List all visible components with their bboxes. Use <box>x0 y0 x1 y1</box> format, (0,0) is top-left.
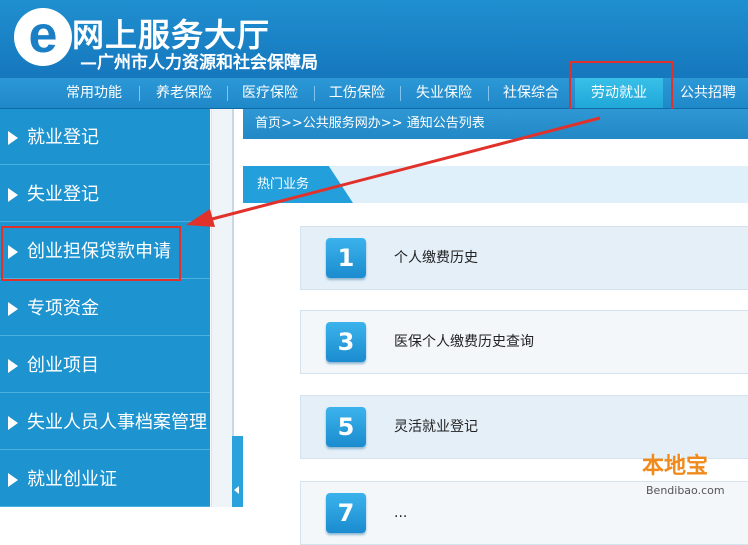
service-label: ... <box>394 505 408 521</box>
sidebar-item-label: 失业登记 <box>27 184 99 205</box>
nav-divider <box>139 86 140 101</box>
sidebar-item-special-funds[interactable]: 专项资金 <box>0 280 210 336</box>
nav-item-injury[interactable]: 工伤保险 <box>317 78 397 108</box>
nav-item-pension[interactable]: 养老保险 <box>144 78 224 108</box>
triangle-right-icon <box>8 188 18 202</box>
service-card[interactable]: 3 医保个人缴费历史查询 <box>300 310 748 374</box>
nav-divider <box>227 86 228 101</box>
triangle-right-icon <box>8 131 18 145</box>
number-badge: 1 <box>326 238 366 278</box>
nav-item-unemployment[interactable]: 失业保险 <box>404 78 484 108</box>
hot-services-title: 热门业务 <box>243 166 353 203</box>
triangle-right-icon <box>8 302 18 316</box>
watermark-logo: 本地宝 Bendibao.com <box>628 446 746 504</box>
service-card[interactable]: 1 个人缴费历史 <box>300 226 748 290</box>
nav-item-common[interactable]: 常用功能 <box>54 78 134 108</box>
number-badge: 3 <box>326 322 366 362</box>
sidebar-item-label: 创业项目 <box>27 355 99 376</box>
service-label: 灵活就业登记 <box>394 419 478 435</box>
triangle-right-icon <box>8 473 18 487</box>
triangle-right-icon <box>8 416 18 430</box>
nav-item-medical[interactable]: 医疗保险 <box>230 78 310 108</box>
watermark-url: Bendibao.com <box>646 484 725 497</box>
sidebar-item-label: 失业人员人事档案管理 <box>27 412 207 433</box>
sidebar-item-unemployment-registration[interactable]: 失业登记 <box>0 166 210 222</box>
site-subtitle: —广州市人力资源和社会保障局 <box>80 53 318 73</box>
nav-item-social-security[interactable]: 社保综合 <box>491 78 571 108</box>
service-label: 医保个人缴费历史查询 <box>394 334 534 350</box>
chevron-left-icon <box>234 486 239 494</box>
collapse-sidebar-button[interactable] <box>232 436 243 507</box>
sidebar-item-label: 专项资金 <box>27 298 99 319</box>
service-label: 个人缴费历史 <box>394 250 478 266</box>
triangle-right-icon <box>8 359 18 373</box>
sidebar-item-label: 就业创业证 <box>27 469 117 490</box>
hot-services-header: 热门业务 <box>243 166 748 203</box>
logo-e-icon: e <box>14 8 72 66</box>
nav-divider <box>314 86 315 101</box>
sidebar-item-startup-projects[interactable]: 创业项目 <box>0 337 210 393</box>
number-badge: 5 <box>326 407 366 447</box>
sidebar-item-employment-certificate[interactable]: 就业创业证 <box>0 451 210 507</box>
nav-divider <box>488 86 489 101</box>
highlight-box-sidebar <box>1 226 181 281</box>
watermark-text: 本地宝 <box>642 454 709 479</box>
breadcrumb: 首页>>公共服务网办>> 通知公告列表 <box>243 109 748 139</box>
sidebar-item-employment-registration[interactable]: 就业登记 <box>0 109 210 165</box>
sidebar-item-archive-management[interactable]: 失业人员人事档案管理 <box>0 394 210 450</box>
nav-item-recruitment[interactable]: 公共招聘 <box>668 78 748 108</box>
nav-divider <box>400 86 401 101</box>
sidebar-collapse-strip <box>211 109 234 507</box>
sidebar-item-label: 就业登记 <box>27 127 99 148</box>
number-badge: 7 <box>326 493 366 533</box>
sidebar: 就业登记 失业登记 创业担保贷款申请 专项资金 创业项目 失业人员人事档案管理 … <box>0 109 210 507</box>
